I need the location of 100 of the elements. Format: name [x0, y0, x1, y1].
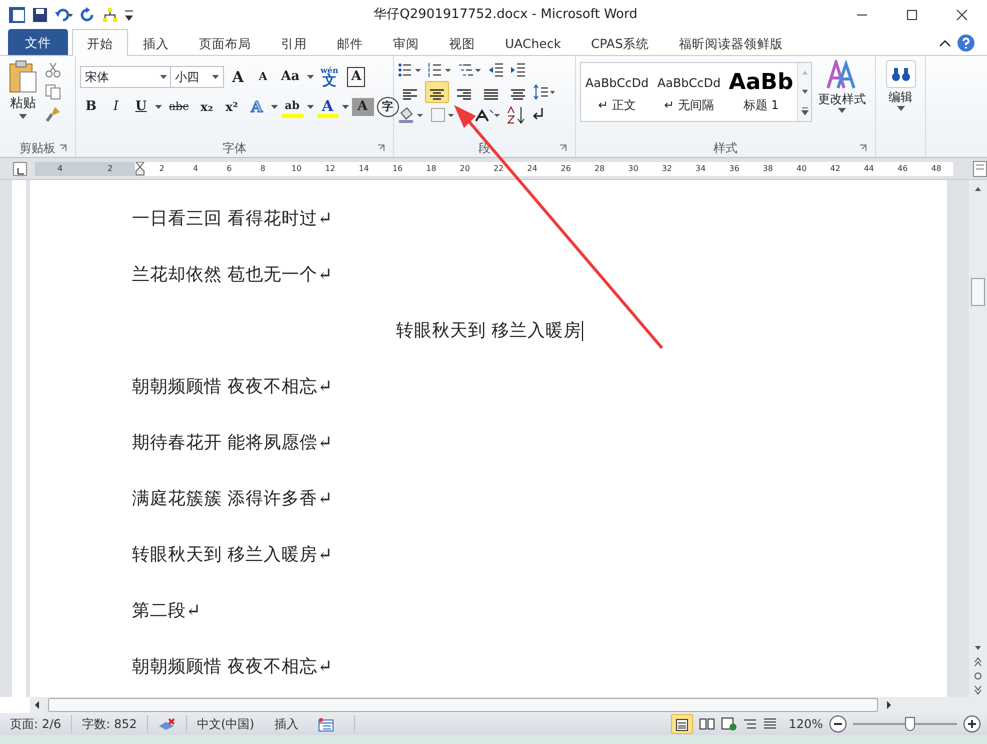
style-item[interactable]: AaBbCcDd ↵ 正文: [581, 63, 653, 121]
grow-font-button[interactable]: A: [227, 65, 249, 89]
ribbon-tab[interactable]: 开始: [72, 29, 128, 56]
ribbon-tab[interactable]: 审阅: [378, 31, 434, 55]
italic-button[interactable]: I: [105, 95, 127, 119]
bullet-list-icon[interactable]: [398, 62, 422, 78]
font-name-field[interactable]: 宋体: [80, 66, 172, 88]
view-ruler-icon[interactable]: [973, 160, 987, 176]
ribbon-tab[interactable]: 福昕阅读器领鲜版: [664, 31, 798, 55]
file-tab[interactable]: 文件: [8, 29, 68, 55]
dialog-launcher-icon[interactable]: [59, 144, 67, 152]
full-screen-reading-icon[interactable]: [698, 717, 715, 731]
status-text[interactable]: 字数: 852: [82, 717, 137, 731]
group-label: 剪贴板: [20, 140, 56, 157]
editing-button[interactable]: 编辑: [880, 59, 921, 129]
scroll-thumb[interactable]: [48, 698, 878, 712]
status-text[interactable]: 插入: [274, 717, 298, 731]
web-layout-icon[interactable]: [720, 717, 737, 731]
highlight-button[interactable]: ab: [280, 96, 304, 118]
style-item[interactable]: AaBb 标题 1: [725, 63, 797, 121]
document-paragraph: 第二段↵: [132, 600, 202, 623]
dialog-launcher-icon[interactable]: [559, 144, 567, 152]
change-styles-button[interactable]: 更改样式: [814, 59, 870, 129]
status-text[interactable]: 页面: 2/6: [10, 717, 62, 731]
subscript-button[interactable]: x₂: [196, 95, 218, 119]
align-center-button[interactable]: [425, 81, 449, 103]
copy-icon[interactable]: [45, 84, 61, 100]
dropdown-caret-icon[interactable]: [155, 105, 162, 109]
print-layout-button[interactable]: [670, 714, 693, 734]
help-icon[interactable]: [957, 34, 975, 52]
ribbon-tab[interactable]: 视图: [434, 31, 490, 55]
status-text[interactable]: 中文(中国): [196, 717, 254, 731]
proofing-error-icon[interactable]: [158, 718, 176, 732]
zoom-out-icon[interactable]: [829, 715, 847, 733]
document-paragraph: 朝朝频顾惜 夜夜不相忘↵: [132, 376, 334, 399]
horizontal-scrollbar[interactable]: [30, 697, 987, 713]
paste-button[interactable]: 粘贴: [4, 59, 42, 135]
dropdown-caret-icon[interactable]: [342, 105, 349, 109]
chinese-layout-icon[interactable]: [474, 107, 500, 123]
underline-button[interactable]: U: [130, 95, 152, 119]
save-icon[interactable]: [32, 7, 48, 23]
font-size-field[interactable]: 小四: [170, 66, 224, 88]
ribbon-tab[interactable]: 引用: [266, 31, 322, 55]
indent-marker-icon[interactable]: [135, 162, 145, 176]
phonetic-guide-button[interactable]: wén 文: [316, 65, 342, 89]
borders-icon[interactable]: [430, 107, 454, 123]
increase-indent-icon[interactable]: [510, 62, 526, 78]
horizontal-ruler[interactable]: 4 2 2 4 6 8 10 12 14 16 18 20 22 24 26 28 30 32 34 36 38 40 42 44 46 48: [35, 162, 953, 176]
decrease-indent-icon[interactable]: [488, 62, 504, 78]
next-page-icon[interactable]: [973, 683, 983, 697]
ribbon-tab[interactable]: CPAS系统: [576, 31, 664, 55]
scissors-icon[interactable]: [45, 62, 61, 78]
dropdown-caret-icon[interactable]: [306, 75, 314, 79]
customize-menu-icon[interactable]: [124, 8, 134, 22]
paintbrush-icon[interactable]: [45, 106, 61, 122]
bold-button[interactable]: B: [80, 95, 102, 119]
change-case-button[interactable]: Aa: [277, 65, 304, 89]
ruler-number: 26: [560, 162, 572, 174]
style-item[interactable]: AaBbCcDd ↵ 无间隔: [653, 63, 725, 121]
word-logo-icon[interactable]: [8, 6, 26, 24]
zoom-slider[interactable]: [853, 717, 957, 731]
line-spacing-icon[interactable]: [533, 84, 555, 100]
font-color-button[interactable]: A: [316, 96, 339, 118]
dropdown-caret-icon[interactable]: [270, 105, 278, 109]
shrink-font-button[interactable]: A: [252, 65, 274, 89]
enclose-character-button[interactable]: 字: [376, 97, 399, 117]
superscript-button[interactable]: x²: [220, 95, 243, 119]
dropdown-caret-icon[interactable]: [306, 105, 314, 109]
align-distribute-icon: [510, 88, 526, 100]
strikethrough-button[interactable]: abc: [165, 95, 193, 119]
scroll-thumb[interactable]: [971, 278, 985, 306]
ribbon-tab[interactable]: 页面布局: [184, 31, 266, 55]
zoom-in-icon[interactable]: [963, 715, 981, 733]
ribbon-tab[interactable]: UACheck: [490, 31, 576, 55]
dialog-launcher-icon[interactable]: [377, 144, 385, 152]
vertical-scrollbar[interactable]: [969, 180, 987, 697]
ribbon-tab[interactable]: 插入: [128, 31, 184, 55]
ribbon-tab[interactable]: 邮件: [322, 31, 378, 55]
numbered-list-icon[interactable]: [428, 62, 452, 78]
dialog-launcher-icon[interactable]: [859, 144, 867, 152]
sort-icon[interactable]: [506, 106, 526, 124]
character-shading-button[interactable]: A: [352, 98, 374, 116]
close-icon[interactable]: [954, 7, 970, 23]
undo-icon[interactable]: [54, 7, 74, 23]
tab-selector-button[interactable]: [13, 162, 27, 176]
hierarchy-icon[interactable]: [102, 7, 118, 23]
maximize-icon[interactable]: [904, 7, 920, 23]
slider-thumb[interactable]: [905, 717, 916, 731]
collapse-ribbon-icon[interactable]: [939, 38, 951, 48]
character-border-button[interactable]: A: [345, 65, 368, 89]
document-paragraph: 兰花却依然 苞也无一个↵: [132, 264, 334, 287]
document-paragraph: 朝朝频顾惜 夜夜不相忘↵: [132, 656, 334, 679]
outline-icon[interactable]: [742, 717, 757, 731]
draft-icon[interactable]: [762, 717, 777, 731]
multilevel-list-icon[interactable]: [458, 62, 482, 78]
zoom-level[interactable]: 120%: [788, 715, 823, 733]
shading-bucket-icon[interactable]: [398, 107, 424, 123]
previous-page-icon[interactable]: [973, 655, 983, 669]
redo-icon[interactable]: [80, 7, 96, 23]
macro-record-icon[interactable]: [318, 718, 334, 732]
